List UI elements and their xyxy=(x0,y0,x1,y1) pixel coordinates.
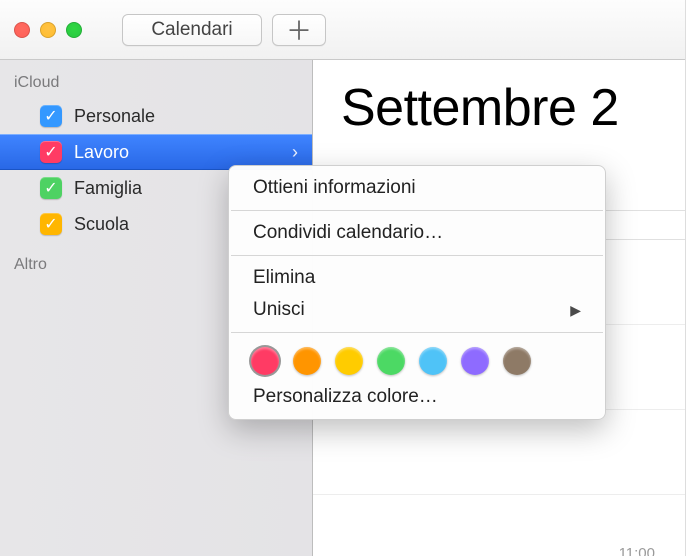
menu-item-delete[interactable]: Elimina xyxy=(229,262,605,294)
minimize-window-button[interactable] xyxy=(40,22,56,38)
calendars-toggle-label: Calendari xyxy=(151,19,232,41)
menu-item-get-info[interactable]: Ottieni informazioni xyxy=(229,172,605,204)
sidebar-item-label: Famiglia xyxy=(74,178,142,199)
menu-separator xyxy=(231,255,603,256)
menu-item-label: Personalizza colore… xyxy=(253,386,438,408)
plus-icon: ＋ xyxy=(286,11,312,48)
calendars-toggle-button[interactable]: Calendari xyxy=(122,14,262,46)
color-swatch-red[interactable] xyxy=(251,347,279,375)
hour-row[interactable]: 11:00 xyxy=(313,495,685,556)
checkbox-icon[interactable]: ✓ xyxy=(40,213,62,235)
hour-row[interactable] xyxy=(313,410,685,495)
window-controls xyxy=(14,22,82,38)
color-swatch-purple[interactable] xyxy=(461,347,489,375)
chevron-right-icon: › xyxy=(292,142,298,163)
menu-item-share-calendar[interactable]: Condividi calendario… xyxy=(229,217,605,249)
sidebar-section-icloud: iCloud xyxy=(0,70,312,98)
color-picker-row xyxy=(229,339,605,381)
menu-item-label: Condividi calendario… xyxy=(253,222,443,244)
menu-item-merge[interactable]: Unisci ▶ xyxy=(229,294,605,326)
calendar-context-menu: Ottieni informazioni Condividi calendari… xyxy=(228,165,606,420)
sidebar-item-label: Personale xyxy=(74,106,155,127)
checkbox-icon[interactable]: ✓ xyxy=(40,105,62,127)
menu-item-label: Elimina xyxy=(253,267,315,289)
menu-item-custom-color[interactable]: Personalizza colore… xyxy=(229,381,605,413)
sidebar-item-personale[interactable]: ✓ Personale xyxy=(0,98,312,134)
month-title: Settembre 2 xyxy=(313,60,685,138)
color-swatch-blue[interactable] xyxy=(419,347,447,375)
checkbox-icon[interactable]: ✓ xyxy=(40,177,62,199)
color-swatch-brown[interactable] xyxy=(503,347,531,375)
close-window-button[interactable] xyxy=(14,22,30,38)
window-titlebar: Calendari ＋ xyxy=(0,0,685,60)
sidebar-item-label: Scuola xyxy=(74,214,129,235)
color-swatch-yellow[interactable] xyxy=(335,347,363,375)
menu-item-label: Unisci xyxy=(253,299,305,321)
menu-separator xyxy=(231,332,603,333)
time-label: 11:00 xyxy=(619,545,655,556)
zoom-window-button[interactable] xyxy=(66,22,82,38)
color-swatch-orange[interactable] xyxy=(293,347,321,375)
sidebar-item-label: Lavoro xyxy=(74,142,129,163)
checkbox-icon[interactable]: ✓ xyxy=(40,141,62,163)
menu-separator xyxy=(231,210,603,211)
menu-item-label: Ottieni informazioni xyxy=(253,177,416,199)
add-event-button[interactable]: ＋ xyxy=(272,14,326,46)
color-swatch-green[interactable] xyxy=(377,347,405,375)
chevron-right-icon: ▶ xyxy=(570,302,581,319)
